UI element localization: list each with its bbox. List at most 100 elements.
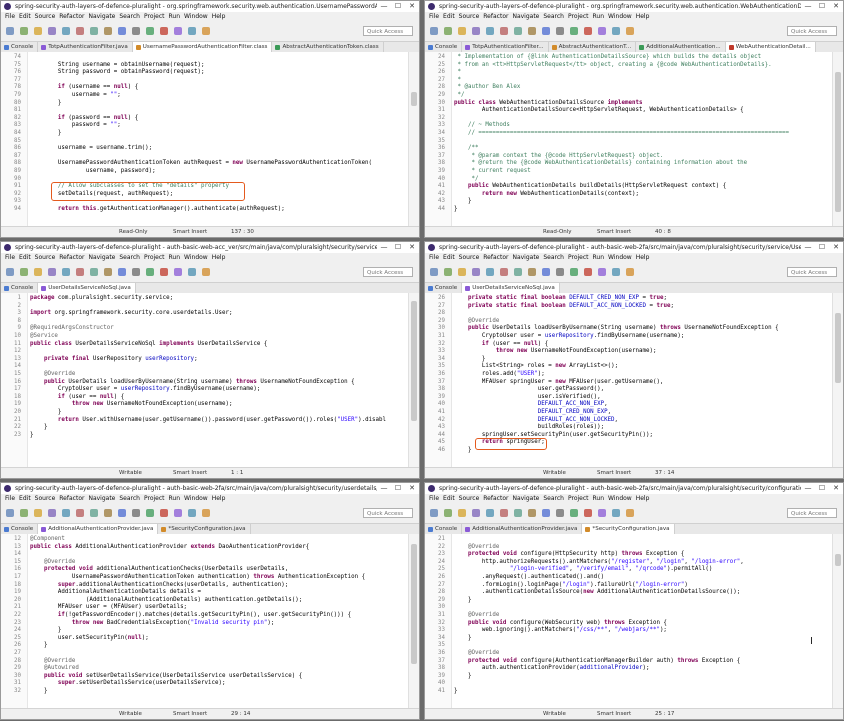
menu-file[interactable]: File [429,13,439,20]
toolbar-tool-icon[interactable] [528,509,536,517]
menu-file[interactable]: File [5,254,15,261]
toolbar-tool-icon[interactable] [570,27,578,35]
menu-file[interactable]: File [5,13,15,20]
menu-source[interactable]: Source [459,13,480,20]
toolbar-tool-icon[interactable] [160,509,168,517]
toolbar-tool-icon[interactable] [34,268,42,276]
toolbar-tool-icon[interactable] [48,509,56,517]
menu-run[interactable]: Run [169,254,181,261]
toolbar-tool-icon[interactable] [20,509,28,517]
menu-file[interactable]: File [429,495,439,502]
toolbar-tool-icon[interactable] [174,509,182,517]
toolbar-tool-icon[interactable] [104,268,112,276]
menu-window[interactable]: Window [184,495,208,502]
toolbar-tool-icon[interactable] [570,509,578,517]
menu-file[interactable]: File [5,495,15,502]
toolbar-tool-icon[interactable] [584,268,592,276]
menu-navigate[interactable]: Navigate [88,13,115,20]
menu-refactor[interactable]: Refactor [59,495,84,502]
menu-refactor[interactable]: Refactor [483,13,508,20]
menu-file[interactable]: File [429,254,439,261]
vertical-scrollbar[interactable] [832,534,843,709]
menu-navigate[interactable]: Navigate [512,13,539,20]
toolbar-tool-icon[interactable] [528,268,536,276]
toolbar-tool-icon[interactable] [6,27,14,35]
menu-source[interactable]: Source [35,254,56,261]
toolbar-tool-icon[interactable] [598,27,606,35]
menu-help[interactable]: Help [636,254,650,261]
toolbar-tool-icon[interactable] [6,268,14,276]
toolbar-tool-icon[interactable] [118,268,126,276]
scrollbar-thumb[interactable] [411,92,417,106]
menu-search[interactable]: Search [119,254,140,261]
toolbar-tool-icon[interactable] [514,509,522,517]
menu-run[interactable]: Run [169,495,181,502]
menu-window[interactable]: Window [608,13,632,20]
toolbar-tool-icon[interactable] [160,268,168,276]
toolbar-tool-icon[interactable] [458,509,466,517]
toolbar-tool-icon[interactable] [34,27,42,35]
toolbar-tool-icon[interactable] [90,268,98,276]
menu-refactor[interactable]: Refactor [59,13,84,20]
toolbar-tool-icon[interactable] [132,509,140,517]
menu-edit[interactable]: Edit [443,495,455,502]
close-icon[interactable]: ✕ [829,483,843,494]
menu-project[interactable]: Project [144,254,165,261]
menu-window[interactable]: Window [184,13,208,20]
menu-edit[interactable]: Edit [19,495,31,502]
toolbar-tool-icon[interactable] [570,268,578,276]
menu-source[interactable]: Source [35,13,56,20]
menu-navigate[interactable]: Navigate [88,495,115,502]
toolbar-tool-icon[interactable] [500,509,508,517]
scrollbar-thumb[interactable] [411,301,417,421]
toolbar-tool-icon[interactable] [458,27,466,35]
code-editor[interactable]: 21 22 @Override 23 protected void configur… [425,534,843,709]
toolbar-tool-icon[interactable] [556,509,564,517]
menu-project[interactable]: Project [144,495,165,502]
toolbar-tool-icon[interactable] [132,268,140,276]
toolbar-tool-icon[interactable] [542,268,550,276]
toolbar-tool-icon[interactable] [430,509,438,517]
toolbar-tool-icon[interactable] [20,268,28,276]
scrollbar-thumb[interactable] [835,72,841,212]
menu-search[interactable]: Search [543,13,564,20]
toolbar-tool-icon[interactable] [472,268,480,276]
menu-source[interactable]: Source [459,495,480,502]
toolbar-tool-icon[interactable] [486,509,494,517]
menu-window[interactable]: Window [184,254,208,261]
maximize-icon[interactable]: ☐ [815,1,829,12]
toolbar-tool-icon[interactable] [118,27,126,35]
toolbar-tool-icon[interactable] [104,509,112,517]
toolbar-tool-icon[interactable] [188,509,196,517]
toolbar-tool-icon[interactable] [188,268,196,276]
quick-access-input[interactable]: Quick Access [787,267,837,277]
toolbar-tool-icon[interactable] [444,509,452,517]
toolbar-tool-icon[interactable] [514,268,522,276]
menu-run[interactable]: Run [593,495,605,502]
toolbar-tool-icon[interactable] [174,27,182,35]
vertical-scrollbar[interactable] [408,534,419,709]
scrollbar-thumb[interactable] [835,313,841,383]
toolbar-tool-icon[interactable] [132,27,140,35]
close-icon[interactable]: ✕ [405,242,419,253]
toolbar-tool-icon[interactable] [104,27,112,35]
menu-window[interactable]: Window [608,495,632,502]
toolbar-tool-icon[interactable] [472,509,480,517]
toolbar-tool-icon[interactable] [20,27,28,35]
menu-search[interactable]: Search [543,495,564,502]
menu-navigate[interactable]: Navigate [512,254,539,261]
toolbar-tool-icon[interactable] [486,268,494,276]
toolbar-tool-icon[interactable] [62,27,70,35]
toolbar-tool-icon[interactable] [500,268,508,276]
toolbar-tool-icon[interactable] [188,27,196,35]
menu-source[interactable]: Source [35,495,56,502]
minimize-icon[interactable]: — [377,483,391,494]
menu-navigate[interactable]: Navigate [88,254,115,261]
vertical-scrollbar[interactable] [408,52,419,227]
toolbar-tool-icon[interactable] [48,268,56,276]
toolbar-tool-icon[interactable] [542,509,550,517]
quick-access-input[interactable]: Quick Access [363,267,413,277]
code-editor[interactable]: 26 private static final boolean DEFAULT_… [425,293,843,468]
minimize-icon[interactable]: — [377,242,391,253]
menu-source[interactable]: Source [459,254,480,261]
